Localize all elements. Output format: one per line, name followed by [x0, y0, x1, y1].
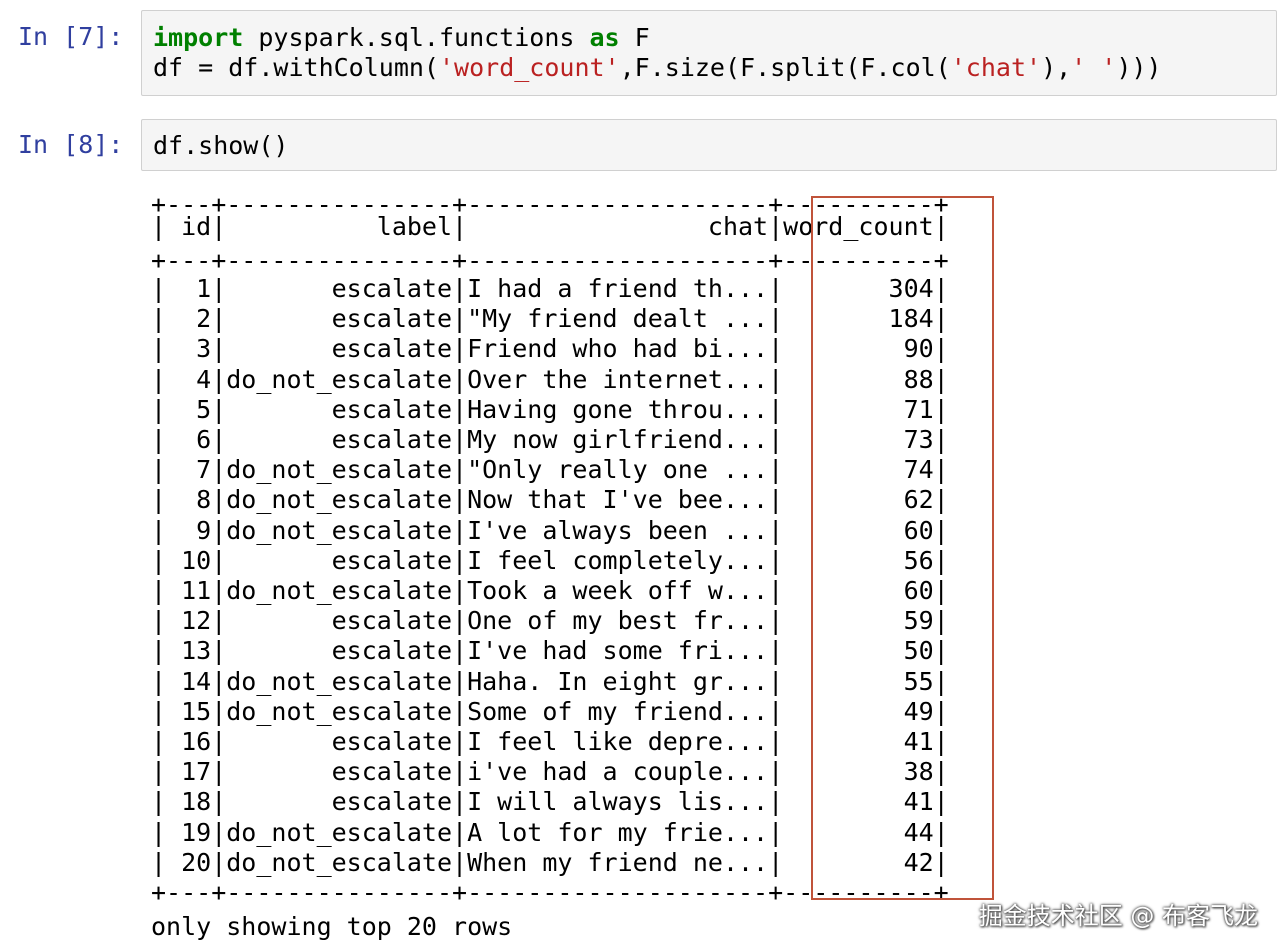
code-cell-7[interactable]: In [7]: import pyspark.sql.functions as …: [0, 10, 1284, 98]
code-input[interactable]: import pyspark.sql.functions as F df = d…: [141, 10, 1277, 96]
code-keyword: import: [153, 23, 244, 52]
code-line: df = df.withColumn('word_count',F.size(F…: [153, 53, 1161, 83]
code-text: ,F.size(F.split(F.col(: [619, 53, 951, 82]
code-text: ))): [1116, 53, 1162, 82]
code-text: pyspark.sql.functions: [243, 23, 590, 52]
code-line: df.show(): [153, 131, 288, 161]
code-text: df.show(): [153, 131, 289, 160]
code-string: 'chat': [950, 53, 1042, 82]
code-string: ' ': [1071, 53, 1117, 82]
word-count-highlight: [811, 196, 994, 900]
cell-output: +---+---------------+-------------------…: [151, 190, 949, 941]
code-text: F: [619, 23, 650, 52]
code-input[interactable]: df.show(): [141, 119, 1277, 171]
cell-prompt: In [7]:: [18, 22, 124, 51]
code-text: df = df.withColumn(: [153, 53, 439, 82]
code-cell-8[interactable]: In [8]: df.show(): [0, 119, 1284, 173]
cell-prompt: In [8]:: [18, 130, 124, 159]
code-text: ),: [1041, 53, 1072, 82]
code-keyword: as: [589, 23, 620, 52]
output-footer: only showing top 20 rows: [151, 912, 513, 941]
code-line: import pyspark.sql.functions as F: [153, 23, 650, 53]
watermark: 掘金技术社区 @ 布客飞龙: [978, 902, 1258, 930]
code-string: 'word_count': [438, 53, 620, 82]
